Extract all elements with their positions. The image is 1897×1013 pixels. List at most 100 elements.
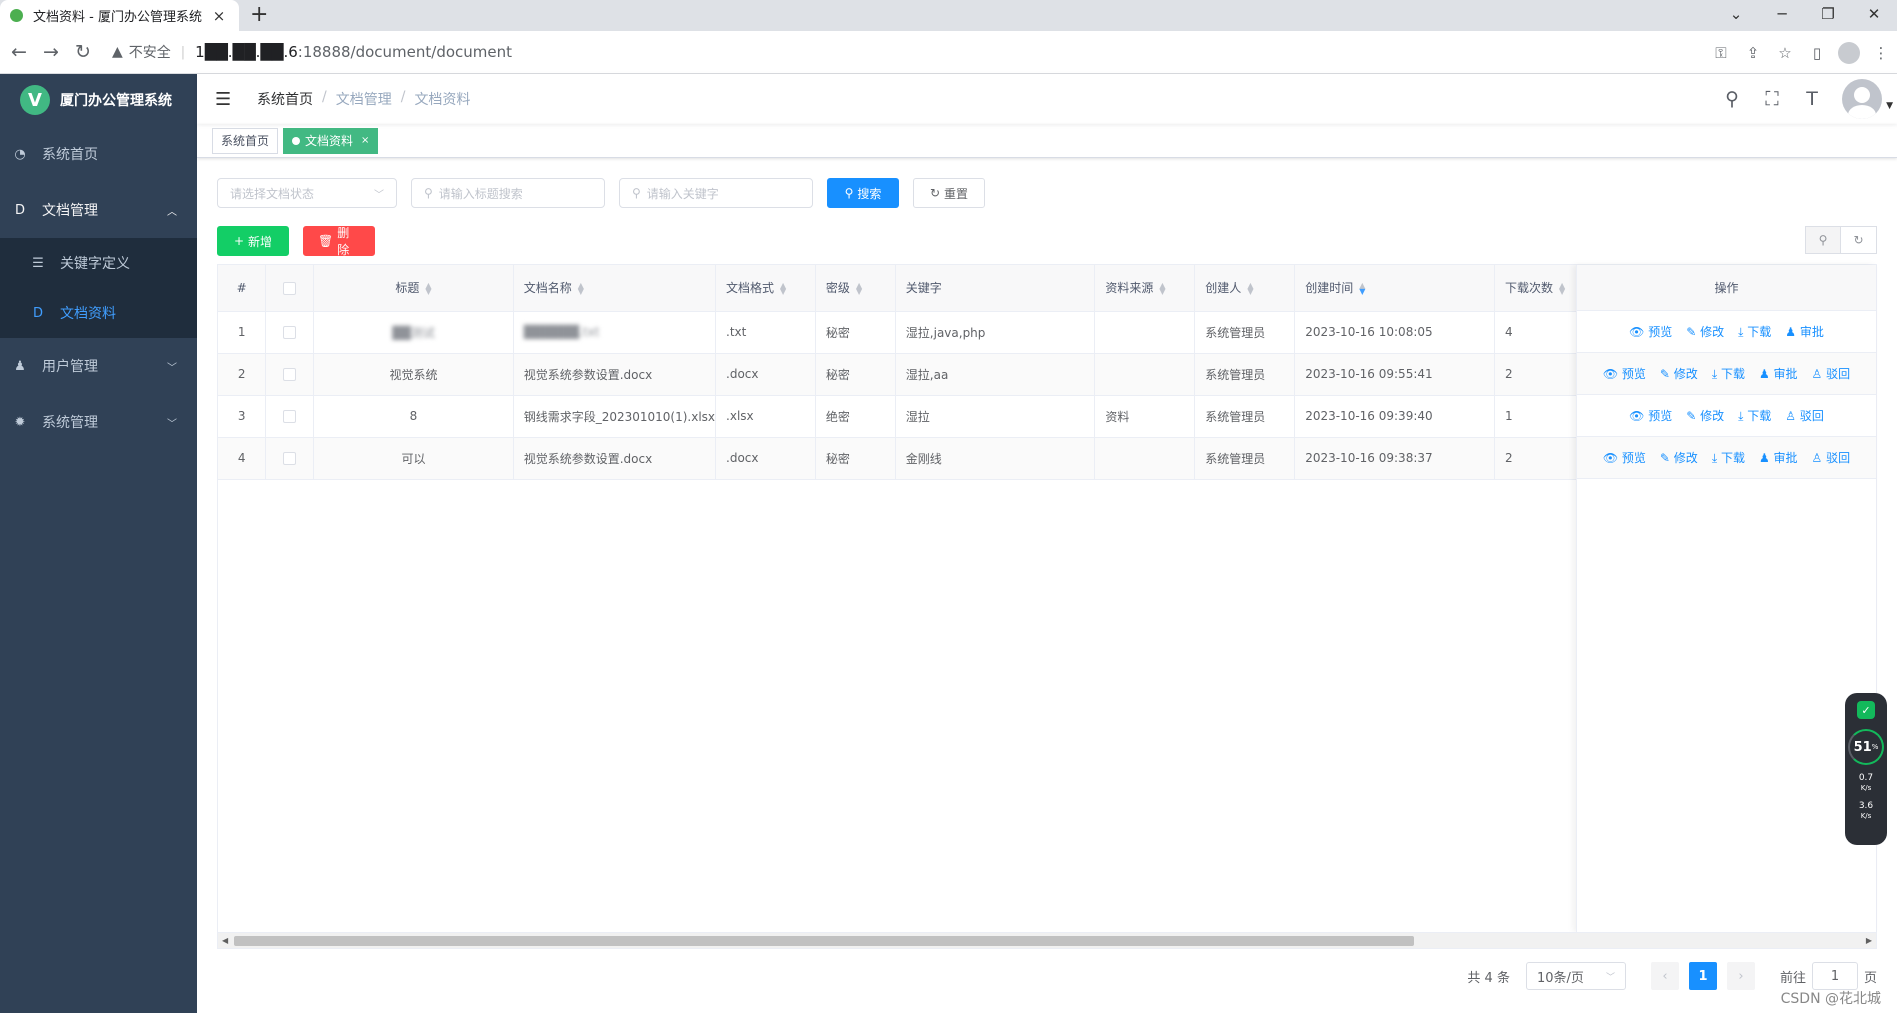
toggle-search-icon[interactable]: ⚲ — [1805, 226, 1841, 254]
preview-link[interactable]: 👁 预览 — [1603, 449, 1646, 466]
page-number[interactable]: 1 — [1688, 962, 1717, 990]
close-icon[interactable]: × — [361, 129, 369, 153]
preview-link[interactable]: 👁 预览 — [1629, 407, 1672, 424]
next-page-button[interactable]: › — [1726, 962, 1755, 990]
row-checkbox[interactable] — [283, 452, 297, 465]
keyword-search-input[interactable]: ⚲ 请输入关键字 — [619, 178, 813, 208]
sidebar-item-document-management[interactable]: D 文档管理 ︿ — [0, 182, 197, 238]
reset-button[interactable]: ↻ 重置 — [913, 178, 985, 208]
col-name[interactable]: 文档名称 ▲ ▼ — [513, 265, 717, 312]
insecure-label[interactable]: 不安全 — [129, 42, 171, 62]
share-icon[interactable]: ⇪ — [1737, 44, 1769, 62]
sidebar-item-home[interactable]: ◔ 系统首页 — [0, 126, 197, 182]
key-icon[interactable]: ⚿ — [1705, 44, 1737, 62]
avatar[interactable] — [1842, 79, 1883, 119]
col-creator[interactable]: 创建人 ▲ ▼ — [1194, 265, 1296, 312]
restore-button[interactable]: ❐ — [1805, 0, 1851, 31]
select-all-checkbox[interactable] — [283, 281, 297, 295]
sidebar-item-system[interactable]: ✹ 系统管理 ﹀ — [0, 394, 197, 450]
cell-level: 绝密 — [815, 395, 896, 438]
edit-link[interactable]: ✎ 修改 — [1660, 365, 1698, 382]
download-link[interactable]: ⤓ 下载 — [1738, 323, 1771, 340]
plus-icon: + — [233, 234, 245, 248]
reject-link[interactable]: ♙ 驳回 — [1812, 449, 1851, 466]
delete-button[interactable]: 🗑 删除 — [303, 226, 375, 257]
col-source[interactable]: 资料来源 ▲ ▼ — [1094, 265, 1196, 312]
scroll-right-icon[interactable]: ▶ — [1866, 933, 1872, 949]
reload-icon[interactable]: ↻ — [70, 41, 96, 63]
horizontal-scrollbar[interactable]: ◀ ▶ — [218, 932, 1876, 948]
reject-link[interactable]: ♙ 驳回 — [1785, 407, 1824, 424]
active-dot-icon — [292, 136, 301, 145]
refresh-icon: ↻ — [929, 186, 941, 200]
main-area: ☰ 系统首页 / 文档管理 / 文档资料 ⚲ ⛶ T ▼ 系统首页 文档资料 × … — [197, 74, 1897, 1013]
tab-search-icon[interactable]: ⌄ — [1713, 0, 1759, 31]
caret-down-icon[interactable]: ▼ — [1886, 101, 1893, 111]
download-link[interactable]: ⤓ 下载 — [1738, 407, 1771, 424]
search-button[interactable]: ⚲ 搜索 — [827, 178, 899, 208]
tag-documents[interactable]: 文档资料 × — [283, 127, 379, 154]
sidepanel-icon[interactable]: ▯ — [1801, 44, 1833, 62]
col-title[interactable]: 标题 ▲ ▼ — [313, 265, 514, 312]
prev-page-button[interactable]: ‹ — [1650, 962, 1679, 990]
back-icon[interactable]: ← — [6, 41, 32, 63]
download-link[interactable]: ⤓ 下载 — [1712, 449, 1745, 466]
row-checkbox[interactable] — [283, 368, 297, 381]
preview-link[interactable]: 👁 预览 — [1629, 323, 1672, 340]
hamburger-icon[interactable]: ☰ — [215, 89, 233, 110]
close-window-button[interactable]: ✕ — [1851, 0, 1897, 31]
browser-menu-icon[interactable]: ⋮ — [1865, 44, 1897, 62]
goto-page-input[interactable]: 1 — [1811, 962, 1858, 990]
breadcrumb-item[interactable]: 系统首页 — [257, 89, 313, 109]
forward-icon[interactable]: → — [38, 41, 64, 63]
ops-row: 👁 预览 ✎ 修改 ⤓ 下载 ♟ 审批 — [1577, 311, 1876, 353]
download-link[interactable]: ⤓ 下载 — [1712, 365, 1745, 382]
fullscreen-icon[interactable]: ⛶ — [1752, 88, 1792, 110]
page-size-select[interactable]: 10条/页 ﹀ — [1525, 962, 1626, 990]
sort-icon[interactable]: ▲ ▼ — [780, 281, 786, 295]
preview-link[interactable]: 👁 预览 — [1603, 365, 1646, 382]
scroll-left-icon[interactable]: ◀ — [222, 933, 228, 949]
sort-icon[interactable]: ▲ ▼ — [856, 281, 862, 295]
col-time[interactable]: 创建时间 ▲ ▼ — [1294, 265, 1495, 312]
sidebar-logo[interactable]: V 厦门办公管理系统 — [0, 74, 197, 126]
edit-link[interactable]: ✎ 修改 — [1686, 407, 1724, 424]
refresh-icon[interactable]: ↻ — [1841, 226, 1877, 254]
edit-link[interactable]: ✎ 修改 — [1686, 323, 1724, 340]
add-button[interactable]: + 新增 — [217, 226, 289, 256]
network-monitor-widget[interactable]: ✓ 51% 0.7 K/s 3.6 K/s — [1845, 693, 1887, 845]
search-icon[interactable]: ⚲ — [1712, 88, 1752, 110]
status-select[interactable]: 请选择文档状态 ﹀ — [217, 178, 397, 208]
warning-icon[interactable]: ▲ — [112, 44, 123, 60]
bookmark-star-icon[interactable]: ☆ — [1769, 44, 1801, 62]
row-checkbox[interactable] — [283, 326, 297, 339]
sidebar-item-users[interactable]: ♟ 用户管理 ﹀ — [0, 338, 197, 394]
cell-time: 2023-10-16 09:55:41 — [1294, 353, 1495, 396]
sort-desc-icon[interactable]: ▲ ▼ — [1359, 281, 1365, 295]
col-level[interactable]: 密级 ▲ ▼ — [815, 265, 896, 312]
reject-link[interactable]: ♙ 驳回 — [1812, 365, 1851, 382]
profile-icon[interactable] — [1838, 41, 1860, 64]
approve-link[interactable]: ♟ 审批 — [1785, 323, 1824, 340]
url-field[interactable]: 1██.██.██.6:18888/document/document — [195, 43, 512, 61]
sidebar-item-keywords[interactable]: ☰ 关键字定义 — [0, 238, 197, 288]
approve-link[interactable]: ♟ 审批 — [1759, 449, 1798, 466]
browser-tab[interactable]: 文档资料 - 厦门办公管理系统 × — [0, 0, 239, 31]
row-checkbox[interactable] — [283, 410, 297, 423]
title-search-input[interactable]: ⚲ 请输入标题搜索 — [411, 178, 605, 208]
sort-icon[interactable]: ▲ ▼ — [425, 281, 431, 295]
col-format[interactable]: 文档格式 ▲ ▼ — [715, 265, 816, 312]
sidebar-item-documents[interactable]: D 文档资料 — [0, 288, 197, 338]
tag-home[interactable]: 系统首页 — [212, 127, 279, 154]
approve-link[interactable]: ♟ 审批 — [1759, 365, 1798, 382]
new-tab-button[interactable]: + — [250, 2, 268, 27]
scrollbar-thumb[interactable] — [234, 936, 1414, 946]
sort-icon[interactable]: ▲ ▼ — [1559, 281, 1565, 295]
sort-icon[interactable]: ▲ ▼ — [1159, 281, 1165, 295]
minimize-button[interactable]: ─ — [1759, 0, 1805, 31]
sort-icon[interactable]: ▲ ▼ — [578, 281, 584, 295]
font-size-icon[interactable]: T — [1792, 88, 1832, 110]
edit-link[interactable]: ✎ 修改 — [1660, 449, 1698, 466]
close-tab-icon[interactable]: × — [209, 7, 229, 25]
sort-icon[interactable]: ▲ ▼ — [1247, 281, 1253, 295]
